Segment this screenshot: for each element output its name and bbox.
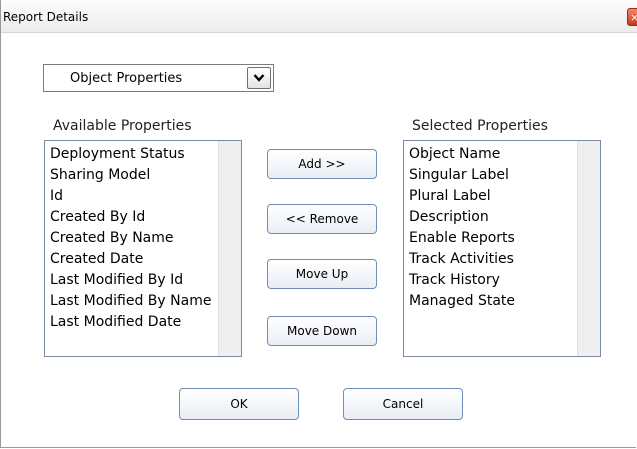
dropdown-button[interactable] [247, 67, 271, 89]
list-item[interactable]: Description [409, 207, 515, 228]
list-item[interactable]: Sharing Model [50, 165, 211, 186]
window-title: Report Details [3, 10, 89, 24]
list-item[interactable]: Last Modified By Id [50, 270, 211, 291]
ok-button[interactable]: OK [179, 388, 299, 420]
list-item[interactable]: Singular Label [409, 165, 515, 186]
object-select-value: Object Properties [70, 71, 183, 86]
title-bar[interactable]: Report Details × [1, 0, 637, 33]
list-item[interactable]: Track Activities [409, 249, 515, 270]
report-details-dialog: Report Details × Object Properties Avail… [0, 0, 637, 448]
selected-properties-list[interactable]: Object Name Singular Label Plural Label Des… [403, 140, 601, 357]
list-item[interactable]: Deployment Status [50, 144, 211, 165]
list-item[interactable]: Created Date [50, 249, 211, 270]
list-item[interactable]: Plural Label [409, 186, 515, 207]
cancel-button[interactable]: Cancel [343, 388, 463, 420]
available-list-scrollbar[interactable] [218, 141, 241, 356]
available-properties-list[interactable]: Deployment Status Sharing Model Id Created … [44, 140, 242, 357]
list-item[interactable]: Created By Name [50, 228, 211, 249]
move-up-button[interactable]: Move Up [267, 259, 377, 289]
list-item[interactable]: Last Modified Date [50, 312, 211, 333]
object-select[interactable]: Object Properties [43, 64, 274, 92]
close-button[interactable]: × [627, 8, 637, 26]
list-item[interactable]: Object Name [409, 144, 515, 165]
list-item[interactable]: Enable Reports [409, 228, 515, 249]
list-item[interactable]: Id [50, 186, 211, 207]
close-icon: × [630, 11, 637, 24]
selected-list-scrollbar[interactable] [577, 141, 600, 356]
remove-button[interactable]: << Remove [267, 204, 377, 234]
chevron-down-icon [253, 74, 265, 82]
selected-properties-label: Selected Properties [412, 118, 548, 134]
list-item[interactable]: Last Modified By Name [50, 291, 211, 312]
available-properties-label: Available Properties [53, 118, 192, 134]
list-item[interactable]: Created By Id [50, 207, 211, 228]
list-item[interactable]: Track History [409, 270, 515, 291]
move-down-button[interactable]: Move Down [267, 316, 377, 346]
add-button[interactable]: Add >> [267, 149, 377, 179]
list-item[interactable]: Managed State [409, 291, 515, 312]
